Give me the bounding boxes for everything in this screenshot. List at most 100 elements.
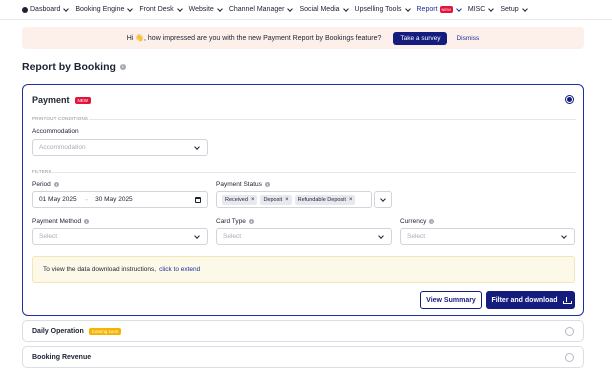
- remove-chip-icon[interactable]: ×: [251, 197, 255, 203]
- chevron-down-icon: [488, 5, 495, 12]
- chevron-down-icon: [378, 233, 384, 239]
- nav-item-label: Social Media: [299, 6, 340, 13]
- payment-report-card: Payment NEW PRINTOUT CONDITIONS Accommod…: [22, 84, 584, 316]
- payment-method-placeholder: Select: [39, 233, 58, 240]
- chevron-down-icon: [176, 5, 183, 12]
- calendar-icon[interactable]: [195, 197, 201, 203]
- page-title-text: Report by Booking: [22, 61, 116, 73]
- card-type-select[interactable]: Select: [216, 228, 392, 245]
- period-from-date[interactable]: 01 May 2025: [39, 196, 77, 203]
- dismiss-link[interactable]: Dismiss: [456, 35, 479, 42]
- chevron-down-icon: [561, 233, 567, 239]
- dashboard-logo-icon: [22, 6, 28, 13]
- info-icon[interactable]: i: [53, 182, 59, 187]
- take-survey-button[interactable]: Take a survey: [393, 31, 448, 45]
- nav-item-label: Booking Engine: [75, 6, 125, 13]
- status-chip-received: Received ×: [222, 194, 258, 205]
- extend-instructions-link[interactable]: click to extend: [159, 266, 200, 273]
- info-icon[interactable]: i: [119, 64, 126, 70]
- chevron-down-icon: [216, 5, 223, 12]
- currency-label-text: Currency: [400, 218, 427, 225]
- nav-item-label: Upselling Tools: [354, 6, 402, 13]
- new-badge: NEW: [439, 6, 453, 13]
- nav-item-social-media[interactable]: Social Media: [299, 5, 349, 13]
- payment-status-label-text: Payment Status: [216, 181, 262, 188]
- payment-radio-selected[interactable]: [565, 95, 574, 104]
- nav-item-channel-manager[interactable]: Channel Manager: [228, 5, 294, 13]
- new-badge: NEW: [74, 96, 92, 104]
- accommodation-label-text: Accommodation: [32, 128, 79, 135]
- payment-status-multiselect[interactable]: Received × Deposit × Refundable Deposit …: [216, 191, 372, 208]
- booking-revenue-title: Booking Revenue: [32, 353, 92, 361]
- chip-label: Refundable Deposit: [297, 196, 346, 203]
- nav-item-dashboard[interactable]: Dasboard: [22, 5, 70, 13]
- download-icon: [562, 296, 572, 304]
- remove-chip-icon[interactable]: ×: [285, 197, 289, 203]
- nav-item-booking-engine[interactable]: Booking Engine: [75, 5, 134, 13]
- chevron-down-icon: [194, 144, 200, 150]
- currency-select[interactable]: Select: [400, 228, 575, 245]
- payment-method-label-text: Payment Method: [32, 218, 82, 225]
- chevron-down-icon: [342, 5, 349, 12]
- chevron-down-icon: [194, 233, 200, 239]
- info-icon[interactable]: i: [429, 219, 435, 224]
- nav-item-front-desk[interactable]: Front Desk: [139, 5, 183, 13]
- view-summary-button[interactable]: View Summary: [420, 291, 482, 309]
- daily-operation-radio[interactable]: [565, 327, 574, 336]
- filters-label: FILTERS: [32, 169, 52, 174]
- payment-status-dropdown-toggle[interactable]: [374, 191, 392, 208]
- currency-placeholder: Select: [407, 233, 426, 240]
- coming-soon-badge: Coming soon: [88, 327, 122, 335]
- info-icon[interactable]: i: [264, 182, 270, 187]
- chevron-down-icon: [127, 5, 134, 12]
- booking-revenue-report-row[interactable]: Booking Revenue: [22, 346, 584, 368]
- chevron-down-icon: [521, 5, 528, 12]
- payment-method-label: Payment Method i: [32, 218, 90, 225]
- booking-revenue-radio[interactable]: [565, 353, 574, 362]
- chip-label: Received: [225, 196, 248, 203]
- card-type-label: Card Type i: [216, 218, 254, 225]
- chevron-down-icon: [63, 5, 70, 12]
- chip-label: Deposit: [263, 196, 283, 203]
- nav-item-setup[interactable]: Setup: [500, 5, 528, 13]
- payment-method-select[interactable]: Select: [32, 228, 208, 245]
- payment-status-label: Payment Status i: [216, 181, 270, 188]
- filter-and-download-button[interactable]: Filter and download: [486, 291, 575, 309]
- period-label: Period i: [32, 181, 59, 188]
- survey-banner-text: Hi 👋, how impressed are you with the new…: [126, 35, 382, 42]
- nav-item-label: Front Desk: [139, 6, 174, 13]
- notice-text: To view the data download instructions,: [43, 266, 157, 273]
- nav-item-report[interactable]: Report NEW: [417, 5, 462, 13]
- section-divider: [51, 172, 576, 173]
- filter-and-download-label: Filter and download: [491, 296, 558, 304]
- info-icon[interactable]: i: [248, 219, 254, 224]
- card-type-label-text: Card Type: [216, 218, 246, 225]
- remove-chip-icon[interactable]: ×: [349, 197, 353, 203]
- status-chip-deposit: Deposit ×: [260, 194, 292, 205]
- arrow-right-icon: →: [82, 196, 90, 203]
- survey-banner: Hi 👋, how impressed are you with the new…: [22, 27, 584, 49]
- accommodation-select[interactable]: Accommodation: [32, 139, 208, 156]
- top-navigation: Dasboard Booking Engine Front Desk Websi…: [0, 0, 612, 20]
- daily-operation-title: Daily Operation: [32, 327, 84, 335]
- nav-item-upselling-tools[interactable]: Upselling Tools: [354, 5, 411, 13]
- currency-label: Currency i: [400, 218, 435, 225]
- chevron-down-icon: [287, 5, 294, 12]
- nav-item-website[interactable]: Website: [189, 5, 223, 13]
- accommodation-placeholder: Accommodation: [39, 144, 86, 151]
- nav-item-misc[interactable]: MISC: [468, 5, 495, 13]
- payment-card-header: Payment NEW: [32, 95, 92, 105]
- chevron-down-icon: [380, 196, 386, 202]
- period-to-date[interactable]: 30 May 2025: [95, 196, 133, 203]
- status-chip-refundable-deposit: Refundable Deposit ×: [294, 194, 356, 205]
- nav-item-label: Dasboard: [30, 6, 61, 13]
- nav-item-label: Channel Manager: [228, 6, 285, 13]
- payment-card-title: Payment: [32, 95, 70, 105]
- nav-item-label: Setup: [500, 6, 519, 13]
- printout-conditions-label: PRINTOUT CONDITIONS: [32, 116, 89, 121]
- chevron-down-icon: [456, 5, 462, 12]
- card-type-placeholder: Select: [223, 233, 242, 240]
- period-date-range[interactable]: 01 May 2025 → 30 May 2025: [32, 191, 208, 208]
- info-icon[interactable]: i: [84, 219, 90, 224]
- daily-operation-report-row[interactable]: Daily Operation Coming soon: [22, 320, 584, 342]
